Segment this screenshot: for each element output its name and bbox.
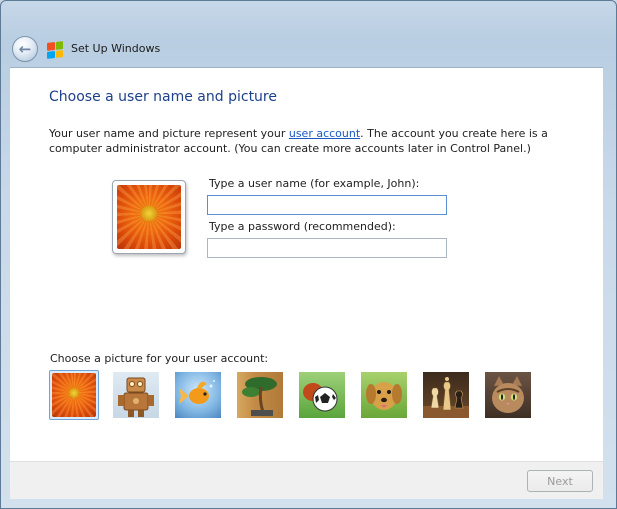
chess-thumbnail xyxy=(423,372,469,418)
picture-option-flower[interactable] xyxy=(49,370,99,420)
username-label: Type a user name (for example, John): xyxy=(209,177,420,190)
soccer-ball-thumbnail xyxy=(299,372,345,418)
window-title: Set Up Windows xyxy=(71,42,161,55)
page-title: Choose a user name and picture xyxy=(49,89,277,105)
flower-thumbnail xyxy=(52,373,96,417)
puppy-thumbnail xyxy=(361,372,407,418)
next-button[interactable]: Next xyxy=(527,470,593,492)
selected-picture-preview xyxy=(112,180,186,254)
intro-text-before: Your user name and picture represent you… xyxy=(49,127,289,140)
picture-option-puppy[interactable] xyxy=(359,370,409,420)
picture-option-kitten[interactable] xyxy=(483,370,533,420)
username-input[interactable] xyxy=(207,195,447,215)
picture-option-robot[interactable] xyxy=(111,370,161,420)
password-input[interactable] xyxy=(207,238,447,258)
robot-thumbnail xyxy=(113,372,159,418)
picture-option-bonsai[interactable] xyxy=(235,370,285,420)
windows-logo-icon xyxy=(47,41,63,59)
bonsai-thumbnail xyxy=(237,372,283,418)
user-account-link[interactable]: user account xyxy=(289,127,360,140)
intro-text: Your user name and picture represent you… xyxy=(49,126,569,156)
back-arrow-icon: ← xyxy=(18,40,32,58)
flower-picture xyxy=(117,185,181,249)
back-button[interactable]: ← xyxy=(12,36,38,62)
kitten-thumbnail xyxy=(485,372,531,418)
setup-window: ← Set Up Windows Choose a user name and … xyxy=(0,0,617,509)
picture-option-soccer-ball[interactable] xyxy=(297,370,347,420)
picture-option-goldfish[interactable] xyxy=(173,370,223,420)
picture-chooser-label: Choose a picture for your user account: xyxy=(50,352,269,365)
footer-bar: Next xyxy=(10,461,603,499)
content-panel: Choose a user name and picture Your user… xyxy=(10,67,603,461)
password-label: Type a password (recommended): xyxy=(209,220,396,233)
picture-option-chess[interactable] xyxy=(421,370,471,420)
goldfish-thumbnail xyxy=(175,372,221,418)
title-bar: ← Set Up Windows xyxy=(9,34,609,66)
